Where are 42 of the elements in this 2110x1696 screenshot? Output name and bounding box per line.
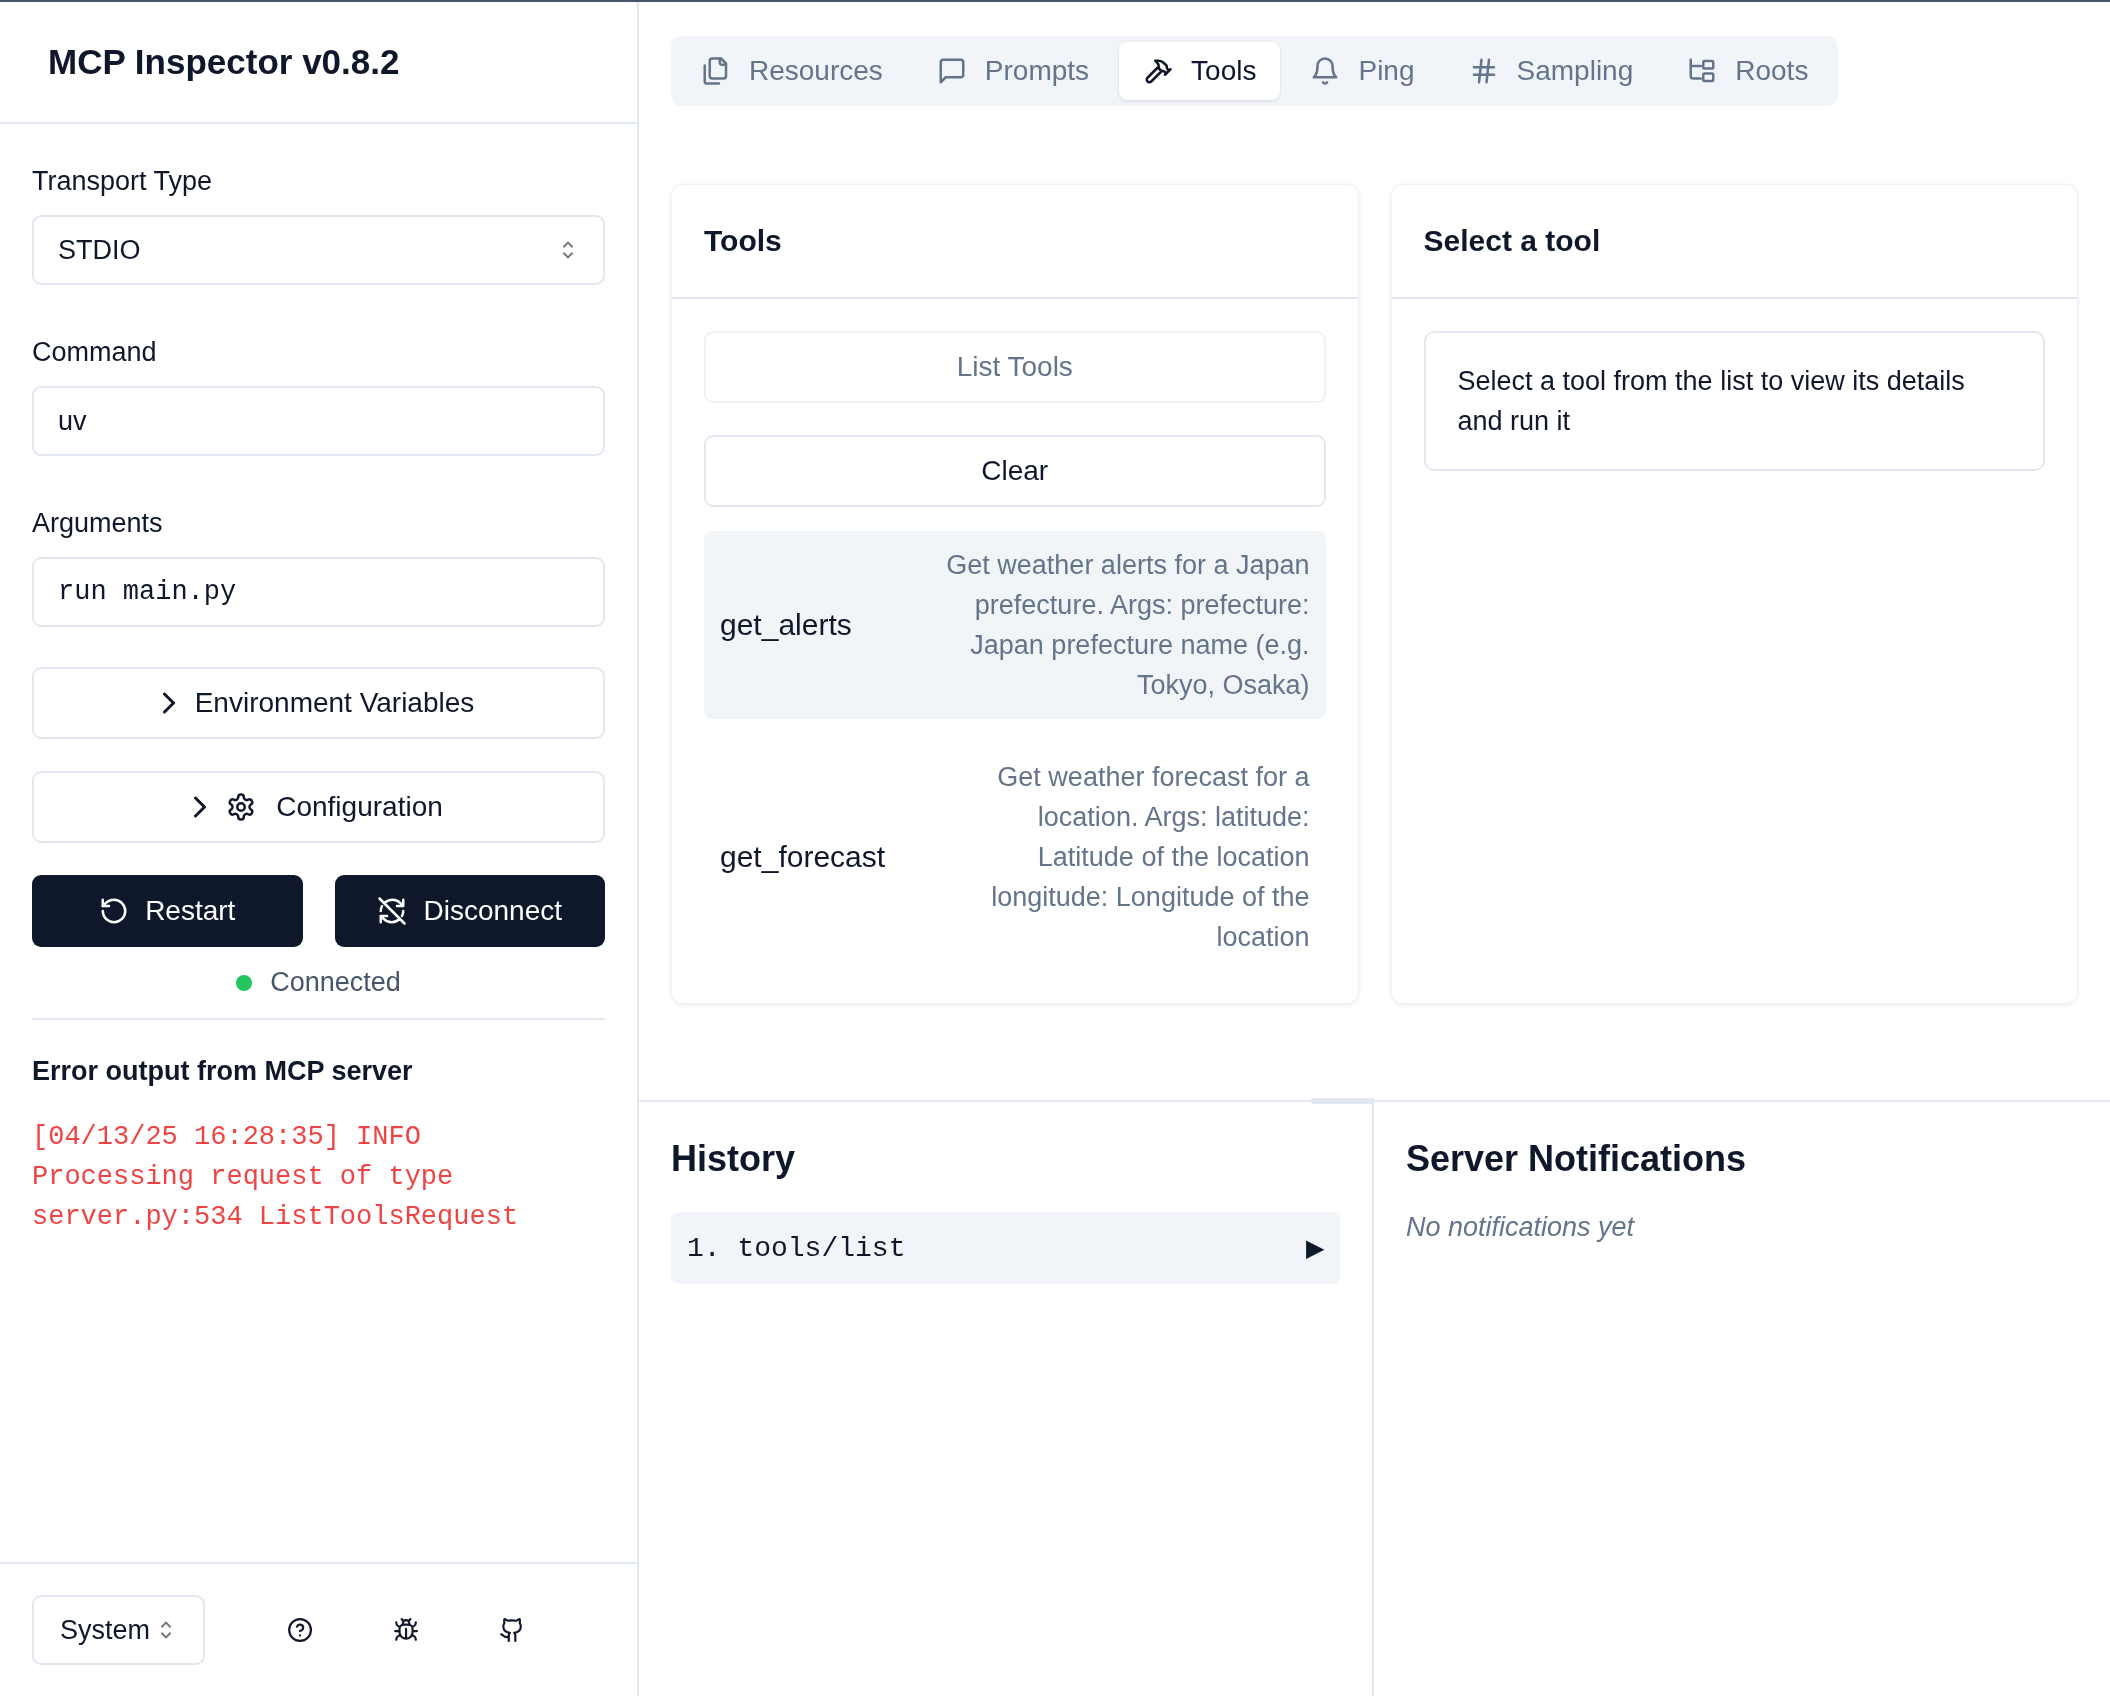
chevron-icon [194,796,207,818]
expand-button[interactable]: Configuration [32,771,605,843]
tab[interactable]: Ping [1286,42,1439,100]
log-line: Processing request of type [32,1161,455,1194]
section-title: Error output from MCP server [32,1056,414,1087]
app-title: MCP Inspector v0.8.2 [48,42,400,82]
tab[interactable]: Resources [677,42,907,100]
log-line: server.py:534 ListToolsRequest [32,1201,520,1234]
info-message: Select a tool from the list to view its details and run it [1423,331,2045,471]
section-title: Server Notifications [1406,1138,1748,1180]
action-button[interactable]: Restart [32,875,303,947]
action-button[interactable]: Disconnect [334,875,605,947]
chevron-icon [162,692,175,714]
command-input[interactable]: uv [32,386,605,456]
log-line: [04/13/25 16:28:35] INFO [32,1121,422,1154]
settings-icon [226,792,257,822]
tool-description: Get weather forecast for a location. Args: latitude: Latitude of the location longitude: Longitude of the location [990,761,1310,954]
expand-button[interactable]: Environment Variables [32,667,605,739]
card-title: Select a tool [1391,185,2077,299]
tab[interactable]: Prompts [912,42,1114,100]
empty-message: No notifications yet [1406,1212,1636,1243]
theme-select[interactable]: System [32,1595,205,1665]
tab[interactable]: Tools [1119,42,1281,100]
history-item[interactable]: 1. tools/list ▶ [671,1212,1340,1284]
transport-select[interactable]: STDIO [32,215,605,285]
status-text: Connected [270,967,401,998]
refresh-off-icon [377,896,408,926]
tab[interactable]: Sampling [1444,42,1658,100]
clear-button[interactable]: Clear [704,435,1326,507]
tool-item[interactable]: get_alerts Get weather alerts for a Japan prefecture. Args: prefecture: Japan prefecture name (e.g. Tokyo, Osaka) [704,531,1326,719]
field-label: Arguments [32,508,164,539]
field-label: Command [32,337,158,368]
resize-handle[interactable] [1311,1098,1375,1104]
tab[interactable]: Roots [1663,42,1833,100]
tool-name: get_forecast [720,840,886,874]
card-title: Tools [672,185,1358,299]
field-label: Transport Type [32,166,214,197]
tool-item[interactable]: get_forecast Get weather forecast for a location. Args: latitude: Latitude of the location longitude: Longitude of the location [704,743,1326,971]
tool-name: get_alerts [720,608,852,642]
section-title: History [671,1138,797,1180]
arguments-input[interactable]: run main.py [32,557,605,627]
tool-description: Get weather alerts for a Japan prefecture. Args: prefecture: Japan prefecture name (e.g. Tokyo, Osaka) [945,549,1310,702]
